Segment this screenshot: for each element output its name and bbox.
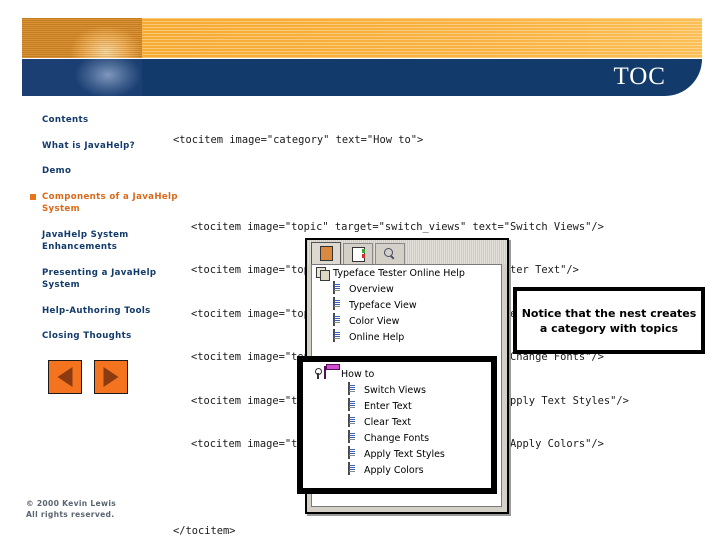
- code-blank-line-1: [173, 177, 629, 191]
- document-icon: [333, 297, 335, 310]
- callout-box: Notice that the nest creates a category …: [513, 287, 705, 354]
- callout-text: Notice that the nest creates a category …: [521, 306, 697, 335]
- expand-toggle-icon[interactable]: [313, 367, 324, 381]
- tree-item-label: Clear Text: [364, 416, 412, 428]
- magnifier-icon: [384, 248, 396, 260]
- document-icon: [333, 329, 335, 342]
- sidebar-item-help-authoring-tools[interactable]: Help-Authoring Tools: [30, 305, 180, 318]
- tree-item-online-help[interactable]: Online Help: [312, 329, 501, 345]
- code-line-switch-views: <tocitem image="topic" target="switch_vi…: [191, 220, 604, 233]
- tab-index[interactable]: [343, 243, 373, 264]
- tree-item-label: Apply Text Styles: [364, 448, 445, 460]
- tree-item-label: Enter Text: [364, 400, 412, 412]
- banner-photo: [22, 18, 142, 96]
- tree-item-enter-text[interactable]: Enter Text: [309, 398, 491, 414]
- sidebar-item-demo[interactable]: Demo: [30, 165, 180, 178]
- tree-item-apply-text-styles[interactable]: Apply Text Styles: [309, 446, 491, 462]
- tree-item-label: Online Help: [349, 331, 405, 343]
- tree-item-label: Overview: [349, 283, 394, 295]
- document-icon: [348, 414, 350, 427]
- tab-toc[interactable]: [311, 242, 341, 264]
- tree-item-label: Change Fonts: [364, 432, 430, 444]
- tree-category-label: How to: [341, 368, 375, 380]
- sidebar-item-closing-thoughts[interactable]: Closing Thoughts: [30, 330, 180, 343]
- sidebar-item-components-of-a-javahelp-system[interactable]: Components of a JavaHelp System: [30, 191, 180, 216]
- tree-item-overview[interactable]: Overview: [312, 281, 501, 297]
- tab-search[interactable]: [375, 243, 405, 264]
- document-icon: [348, 462, 350, 475]
- book-icon: [324, 366, 326, 379]
- sidebar-item-what-is-javahelp[interactable]: What is JavaHelp?: [30, 140, 180, 153]
- banner-photo-bottom-half: [22, 59, 142, 96]
- tree-root-item[interactable]: Typeface Tester Online Help: [312, 265, 501, 281]
- document-icon: [348, 398, 350, 411]
- pages-icon: [316, 266, 330, 281]
- banner-orange-band: [142, 18, 702, 58]
- tree-item-label: Color View: [349, 315, 400, 327]
- arrow-left-icon: [57, 367, 73, 387]
- tree-item-color-view[interactable]: Color View: [312, 313, 501, 329]
- tree-root-label: Typeface Tester Online Help: [333, 267, 465, 279]
- banner-photo-top-half: [22, 18, 142, 58]
- footer-line-2: All rights reserved.: [26, 510, 115, 519]
- code-line-open-category: <tocitem image="category" text="How to">: [173, 134, 424, 146]
- tree-item-switch-views[interactable]: Switch Views: [309, 382, 491, 398]
- sidebar-item-javahelp-system-enhancements[interactable]: JavaHelp System Enhancements: [30, 229, 180, 254]
- previous-slide-button[interactable]: [48, 360, 82, 394]
- tree-item-apply-colors[interactable]: Apply Colors: [309, 462, 491, 478]
- next-slide-button[interactable]: [94, 360, 128, 394]
- document-icon: [333, 313, 335, 326]
- document-icon: [348, 430, 350, 443]
- tree-item-typeface-view[interactable]: Typeface View: [312, 297, 501, 313]
- sidebar-nav: Contents What is JavaHelp? Demo Componen…: [30, 114, 180, 356]
- arrow-right-icon: [103, 367, 119, 387]
- tree-item-change-fonts[interactable]: Change Fonts: [309, 430, 491, 446]
- page-title: TOC: [613, 63, 666, 90]
- document-icon: [333, 281, 335, 294]
- sidebar-item-presenting-a-javahelp-system[interactable]: Presenting a JavaHelp System: [30, 267, 180, 292]
- header-banner: TOC: [22, 18, 702, 96]
- tree-item-clear-text[interactable]: Clear Text: [309, 414, 491, 430]
- document-icon: [348, 446, 350, 459]
- footer-copyright: © 2000 Kevin Lewis All rights reserved.: [26, 498, 116, 520]
- tree-category-how-to[interactable]: How to: [309, 366, 491, 382]
- tree-item-label: Typeface View: [349, 299, 417, 311]
- sidebar-item-contents[interactable]: Contents: [30, 114, 180, 127]
- book-icon: [319, 246, 333, 261]
- tree-item-label: Apply Colors: [364, 464, 424, 476]
- howto-subtree-highlight: How to Switch Views Enter Text Clear Tex…: [297, 356, 497, 494]
- code-line-close-tocitem: </tocitem>: [173, 524, 236, 537]
- slide-nav-buttons: [48, 360, 128, 394]
- index-icon: [351, 246, 365, 262]
- help-viewer-tabbar: [307, 240, 507, 264]
- document-icon: [348, 382, 350, 395]
- footer-line-1: © 2000 Kevin Lewis: [26, 499, 117, 508]
- tree-item-label: Switch Views: [364, 384, 426, 396]
